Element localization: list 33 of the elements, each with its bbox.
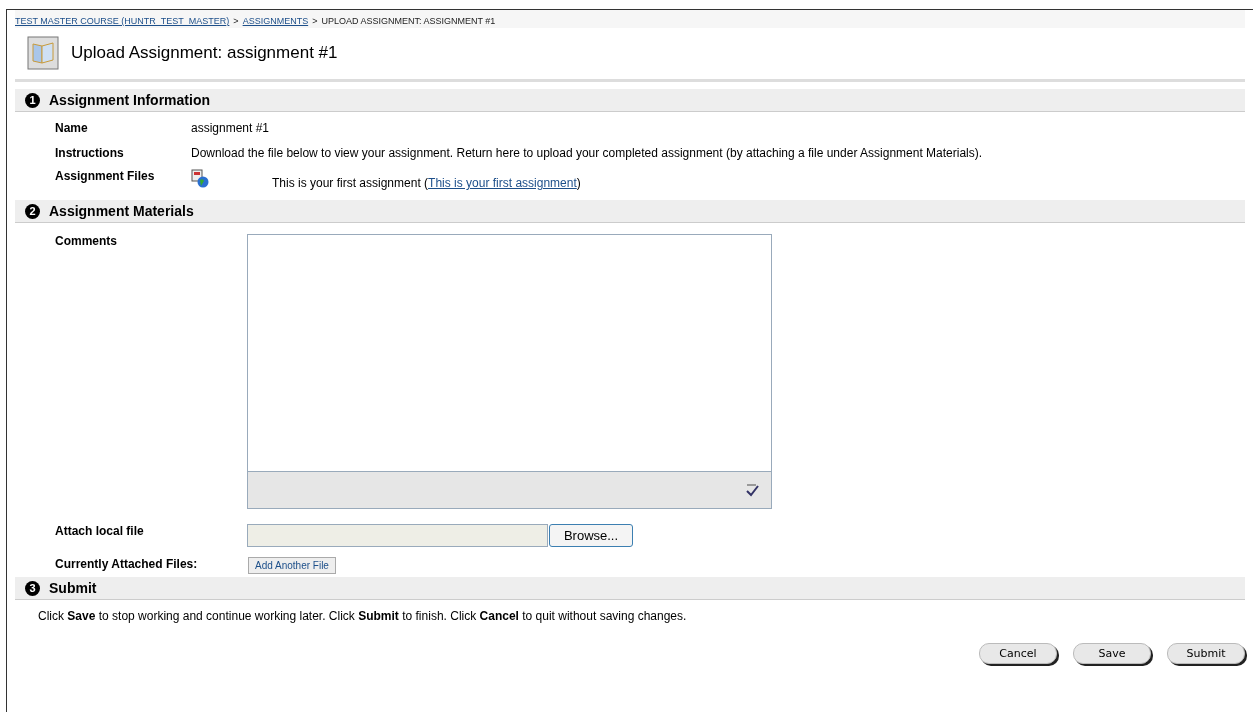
- file-globe-icon: [191, 169, 209, 188]
- file-path-field[interactable]: [247, 524, 548, 547]
- field-label: Attach local file: [55, 524, 145, 538]
- field-label: Assignment Files: [55, 169, 156, 183]
- page-title: Upload Assignment: assignment #1: [71, 43, 338, 63]
- breadcrumb-link[interactable]: ASSIGNMENTS: [242, 16, 309, 26]
- step-number: 2: [25, 203, 40, 219]
- field-label: Name: [55, 121, 89, 135]
- comments-field[interactable]: [247, 234, 772, 509]
- section-title: Assignment Information: [49, 92, 210, 108]
- action-button[interactable]: Submit: [1167, 643, 1245, 664]
- breadcrumb-link[interactable]: TEST MASTER COURSE (HUNTR_TEST_MASTER): [15, 16, 230, 26]
- spellcheck-icon: [745, 483, 759, 497]
- field-label: Instructions: [55, 146, 125, 160]
- section-title: Submit: [49, 580, 97, 596]
- file-description: This is your first assignment (This is your first assignment): [272, 176, 581, 190]
- submit-instructions: Click Save to stop working and continue working later. Click Submit to finish. Click Cancel to quit without saving changes.: [38, 609, 688, 623]
- breadcrumb-separator: >: [312, 16, 318, 26]
- breadcrumb-current: UPLOAD ASSIGNMENT: ASSIGNMENT #1: [321, 16, 496, 26]
- field-label: Currently Attached Files:: [55, 557, 199, 571]
- field-label: Comments: [55, 234, 118, 248]
- step-number: 1: [25, 92, 40, 108]
- breadcrumb-separator: >: [233, 16, 239, 26]
- action-button[interactable]: Cancel: [979, 643, 1057, 664]
- step-number: 3: [25, 580, 40, 596]
- field-value: assignment #1: [191, 121, 270, 135]
- add-file-button[interactable]: Add Another File: [248, 557, 336, 574]
- file-link[interactable]: This is your first assignment: [428, 176, 577, 190]
- browse-button[interactable]: Browse...: [549, 524, 633, 547]
- field-value: Download the file below to view your assignment. Return here to upload your completed assignment (by attaching a file under Assignment Materials).: [191, 146, 983, 160]
- section-title: Assignment Materials: [49, 203, 194, 219]
- action-button[interactable]: Save: [1073, 643, 1151, 664]
- book-icon: [27, 36, 59, 70]
